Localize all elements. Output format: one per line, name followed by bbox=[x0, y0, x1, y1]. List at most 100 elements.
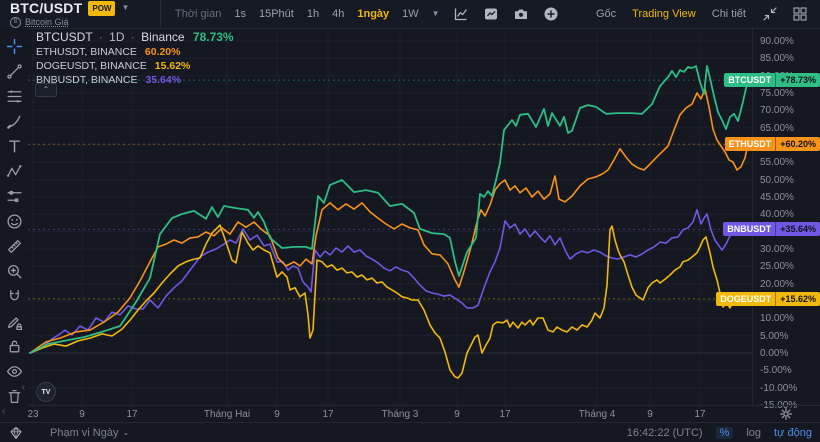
price-axis-label: 10.00% bbox=[760, 313, 794, 324]
gear-icon[interactable] bbox=[778, 406, 794, 422]
lock-all-icon[interactable] bbox=[6, 338, 23, 355]
interval-1d[interactable]: 1ngày bbox=[357, 8, 389, 20]
time-axis-label: 17 bbox=[322, 409, 333, 420]
badge-symbol: DOGEUSDT bbox=[716, 292, 775, 306]
time-axis-label: 17 bbox=[499, 409, 510, 420]
text-icon[interactable] bbox=[6, 138, 23, 155]
legend-label: ETHUSDT, BINANCE bbox=[36, 46, 137, 58]
symbol-title: BTC/USDT bbox=[10, 2, 82, 15]
legend-main-row[interactable]: BTCUSDT · 1D · Binance 78.73% bbox=[36, 30, 234, 45]
add-icon[interactable] bbox=[543, 6, 559, 22]
drawing-toolbar-collapse-icon[interactable]: ‹ bbox=[22, 382, 25, 392]
interval-more-chevron-icon[interactable]: ▼ bbox=[432, 10, 440, 18]
time-axis[interactable]: 23917Tháng Hai917Tháng 3917Tháng 4917 bbox=[28, 405, 752, 423]
time-axis-label: 23 bbox=[27, 409, 38, 420]
legend-separator: · bbox=[131, 30, 135, 44]
axis-settings-corner[interactable] bbox=[752, 405, 820, 422]
time-axis-label: 9 bbox=[454, 409, 460, 420]
interval-15m[interactable]: 15Phút bbox=[259, 8, 294, 20]
emoji-icon[interactable] bbox=[6, 213, 23, 230]
chart-header: BTC/USDT POW ▼ B Bitcoin Giá Thời gian 1… bbox=[0, 0, 820, 29]
interval-4h[interactable]: 4h bbox=[332, 8, 344, 20]
drawing-lock-icon[interactable] bbox=[6, 313, 23, 330]
legend-label: DOGEUSDT, BINANCE bbox=[36, 60, 147, 72]
price-axis-label: 40.00% bbox=[760, 209, 794, 220]
percent-scale-button[interactable]: % bbox=[716, 427, 734, 439]
legend-row-bnb[interactable]: BNBUSDT, BINANCE 35.64% bbox=[36, 73, 234, 87]
chevron-down-icon: ⌄ bbox=[122, 429, 129, 437]
interval-1w[interactable]: 1W bbox=[402, 8, 419, 20]
price-axis-label: 20.00% bbox=[760, 279, 794, 290]
drawing-toolbar bbox=[0, 28, 28, 405]
ruler-icon[interactable] bbox=[6, 238, 23, 255]
interval-1h[interactable]: 1h bbox=[307, 8, 319, 20]
price-axis-label: 65.00% bbox=[760, 123, 794, 134]
tradingview-logo[interactable]: TV bbox=[36, 382, 56, 402]
tab-chi-tiet[interactable]: Chi tiết bbox=[712, 8, 746, 20]
date-range-selector[interactable]: Phạm vi Ngày ⌄ bbox=[50, 427, 129, 439]
chart-style-icon[interactable] bbox=[453, 6, 469, 22]
position-icon[interactable] bbox=[6, 188, 23, 205]
legend-value: 15.62% bbox=[155, 60, 191, 72]
magnet-icon[interactable] bbox=[6, 288, 23, 305]
trading-chart-window: BTC/USDT POW ▼ B Bitcoin Giá Thời gian 1… bbox=[0, 0, 820, 442]
price-axis-label: 45.00% bbox=[760, 192, 794, 203]
hide-drawings-icon[interactable] bbox=[6, 363, 23, 380]
symbol-block[interactable]: BTC/USDT POW ▼ B Bitcoin Giá bbox=[0, 0, 161, 28]
price-axis-label: 50.00% bbox=[760, 175, 794, 186]
price-axis-label: 25.00% bbox=[760, 261, 794, 272]
interval-1s[interactable]: 1s bbox=[234, 8, 246, 20]
legend-value: 60.20% bbox=[145, 46, 181, 58]
xabcd-pattern-icon[interactable] bbox=[6, 163, 23, 180]
legend-main-symbol: BTCUSDT bbox=[36, 30, 92, 44]
price-axis-label: 5.00% bbox=[760, 331, 788, 342]
price-badge-bnbusdt: BNBUSDT+35.64% bbox=[723, 222, 820, 236]
legend-main-interval: 1D bbox=[109, 30, 124, 44]
auto-scale-button[interactable]: tự động bbox=[774, 427, 812, 439]
trend-line-icon[interactable] bbox=[6, 63, 23, 80]
coin-price-link[interactable]: Bitcoin Giá bbox=[25, 17, 69, 27]
fib-lines-icon[interactable] bbox=[6, 88, 23, 105]
price-axis[interactable]: 90.00%85.00%80.00%75.00%70.00%65.00%60.0… bbox=[752, 28, 820, 405]
legend-value: 35.64% bbox=[145, 74, 181, 86]
header-right-tabs: Gốc Trading View Chi tiết bbox=[596, 0, 820, 28]
brush-icon[interactable] bbox=[6, 113, 23, 130]
time-label: Thời gian bbox=[175, 8, 221, 20]
price-axis-label: 75.00% bbox=[760, 88, 794, 99]
pow-tag-badge: POW bbox=[88, 1, 115, 16]
crosshair-icon[interactable] bbox=[6, 38, 23, 55]
zoom-in-icon[interactable] bbox=[6, 263, 23, 280]
clock-utc[interactable]: 16:42:22 (UTC) bbox=[627, 427, 703, 439]
remove-drawings-icon[interactable] bbox=[6, 388, 23, 405]
price-axis-label: -5.00% bbox=[760, 365, 792, 376]
legend-row-doge[interactable]: DOGEUSDT, BINANCE 15.62% bbox=[36, 59, 234, 73]
legend-collapse-button[interactable]: ⌃ bbox=[35, 83, 57, 97]
price-axis-label: 30.00% bbox=[760, 244, 794, 255]
time-axis-label: 17 bbox=[126, 409, 137, 420]
camera-icon[interactable] bbox=[513, 6, 529, 22]
chevron-down-icon[interactable]: ▼ bbox=[121, 4, 129, 12]
price-badge-btcusdt: BTCUSDT+78.73% bbox=[724, 73, 820, 87]
legend-row-eth[interactable]: ETHUSDT, BINANCE 60.20% bbox=[36, 45, 234, 59]
time-axis-label: 9 bbox=[647, 409, 653, 420]
collapse-icon[interactable] bbox=[762, 6, 778, 22]
badge-value: +60.20% bbox=[775, 137, 820, 151]
legend-main-exchange: Binance bbox=[141, 30, 184, 44]
layout-grid-icon[interactable] bbox=[792, 6, 808, 22]
diamond-logo-icon[interactable] bbox=[8, 425, 24, 441]
time-axis-collapse-icon[interactable]: ‹ bbox=[2, 406, 5, 417]
badge-symbol: BTCUSDT bbox=[724, 73, 775, 87]
time-axis-label: 9 bbox=[274, 409, 280, 420]
badge-value: +35.64% bbox=[775, 222, 820, 236]
price-axis-label: 0.00% bbox=[760, 348, 788, 359]
legend-separator: · bbox=[99, 30, 103, 44]
indicators-icon[interactable] bbox=[483, 6, 499, 22]
badge-symbol: BNBUSDT bbox=[723, 222, 775, 236]
tab-trading-view[interactable]: Trading View bbox=[632, 8, 696, 20]
badge-symbol: ETHUSDT bbox=[725, 137, 776, 151]
log-scale-button[interactable]: log bbox=[746, 427, 761, 439]
price-axis-label: 70.00% bbox=[760, 105, 794, 116]
tab-goc[interactable]: Gốc bbox=[596, 8, 616, 20]
price-axis-label: -10.00% bbox=[760, 383, 797, 394]
price-axis-label: 55.00% bbox=[760, 157, 794, 168]
